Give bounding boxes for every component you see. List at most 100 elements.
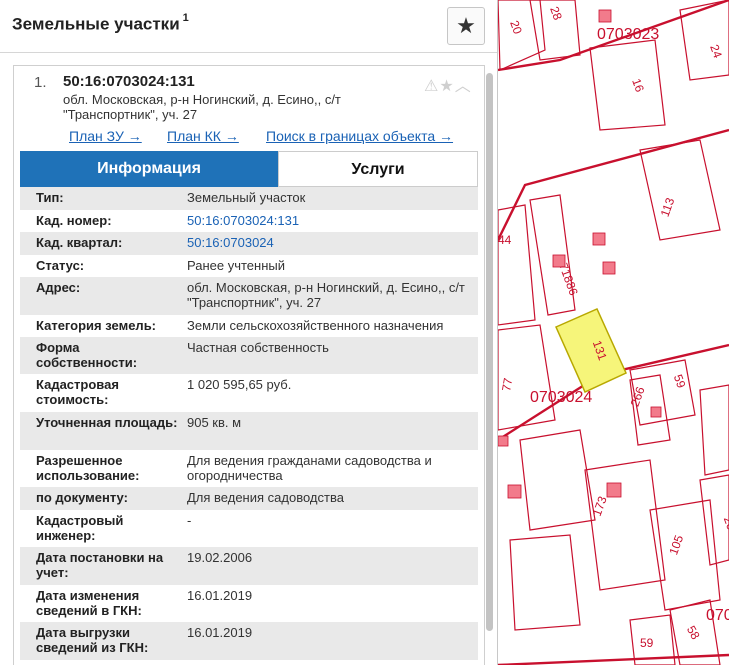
panel-scrollbar-thumb[interactable] xyxy=(486,73,493,631)
row-value-link[interactable]: 50:16:0703024 xyxy=(187,235,472,250)
info-row-registration-date: Дата постановки на учет: 19.02.2006 xyxy=(20,547,478,585)
row-label: Уточненная площадь: xyxy=(36,415,178,430)
info-row-land-category: Категория земель: Земли сельскохозяйствен… xyxy=(20,315,478,337)
info-row-permitted-use: Разрешенное использование: Для ведения гр… xyxy=(20,450,478,487)
map-label-16: 16 xyxy=(629,77,647,95)
map-label-quarter-0703023: 0703023 xyxy=(597,26,659,43)
map-building xyxy=(598,9,612,23)
panel-title-text: Земельные участки xyxy=(12,14,180,34)
row-value: 19.02.2006 xyxy=(187,550,253,565)
row-label: Разрешенное использование: xyxy=(36,453,140,483)
info-row-gkn-change-date: Дата изменения сведений в ГКН: 16.01.2019 xyxy=(20,585,478,622)
map-parcel-24[interactable] xyxy=(679,0,729,81)
cadastral-number[interactable]: 50:16:0703024:131 xyxy=(63,73,195,90)
row-value: 16.01.2019 xyxy=(187,588,253,603)
row-value: обл. Московская, р-н Ногинский, д. Есино… xyxy=(187,280,465,310)
star-outline-icon[interactable]: ★ xyxy=(439,78,454,95)
row-label: Дата изменения сведений в ГКН: xyxy=(36,588,142,618)
row-label: Кадастровая стоимость: xyxy=(36,377,119,407)
row-label: Дата постановки на учет: xyxy=(36,550,164,580)
map-quarter-boundary-mid xyxy=(496,128,729,241)
chevron-up-icon[interactable]: ︿ xyxy=(455,78,472,95)
row-value: Земельный участок xyxy=(187,190,306,205)
row-value: Для ведения садоводства xyxy=(187,490,344,505)
info-table: Тип: Земельный участок Кад. номер: 50:16:0… xyxy=(20,187,478,660)
map-label-44: 44 xyxy=(498,233,512,247)
row-value: Ранее учтенный xyxy=(187,258,285,273)
tab-services[interactable]: Услуги xyxy=(278,151,478,187)
row-label: по документу: xyxy=(36,490,128,505)
row-label: Категория земель: xyxy=(36,318,157,333)
info-row-cadastral-value: Кадастровая стоимость: 1 020 595,65 руб. xyxy=(20,374,478,412)
map-parcel-105[interactable] xyxy=(649,499,721,611)
map-label-59b: 59 xyxy=(640,636,654,650)
row-value: 16.01.2019 xyxy=(187,625,253,640)
map-parcel-right[interactable] xyxy=(699,384,729,476)
row-label: Форма собственности: xyxy=(36,340,138,370)
map-parcel-77[interactable] xyxy=(497,324,556,431)
row-value: Земли сельскохозяйственного назначения xyxy=(187,318,444,333)
row-value: 1 020 595,65 руб. xyxy=(187,377,292,392)
card-action-icons[interactable]: ⚠★︿ xyxy=(424,72,472,96)
map-parcel-113[interactable] xyxy=(639,139,721,241)
map-building xyxy=(650,406,662,418)
map-quarter-boundary-bottom xyxy=(497,653,729,665)
panel-header: Земельные участки 1 ★ xyxy=(0,0,497,53)
row-value: 905 кв. м xyxy=(187,415,242,430)
map-building xyxy=(602,261,616,275)
info-row-gkn-export-date: Дата выгрузки сведений из ГКН: 16.01.2019 xyxy=(20,622,478,660)
star-icon: ★ xyxy=(456,13,476,38)
map-label-quarter-070: 070 xyxy=(706,607,729,624)
map-label-77: 77 xyxy=(499,377,515,393)
map-label-24: 24 xyxy=(707,43,725,61)
row-value: Частная собственность xyxy=(187,340,329,355)
map-label-113: 113 xyxy=(658,196,678,219)
info-row-cad-quarter: Кад. квартал: 50:16:0703024 xyxy=(20,232,478,255)
map-parcel-a[interactable] xyxy=(519,429,596,531)
warning-icon[interactable]: ⚠ xyxy=(424,78,439,95)
map-selected-parcel-131[interactable] xyxy=(555,308,627,394)
card-index: 1. xyxy=(34,74,47,91)
info-row-by-document: по документу: Для ведения садоводства xyxy=(20,487,478,510)
map-label-58: 58 xyxy=(684,623,703,642)
land-plots-panel: Земельные участки 1 ★ 1. 50:16:0703024:13… xyxy=(0,0,498,665)
row-label: Тип: xyxy=(36,190,64,205)
map-parcel-b[interactable] xyxy=(509,534,581,631)
panel-title-count: 1 xyxy=(182,12,189,24)
info-row-engineer: Кадастровый инженер: - xyxy=(20,510,478,547)
row-label: Адрес: xyxy=(36,280,81,295)
row-label: Статус: xyxy=(36,258,85,273)
row-value: Для ведения гражданами садоводства и ого… xyxy=(187,453,432,483)
plot-card: 1. 50:16:0703024:131 ⚠★︿ обл. Московская… xyxy=(13,65,485,665)
favorites-button[interactable]: ★ xyxy=(447,7,485,45)
info-row-area: Уточненная площадь: 905 кв. м xyxy=(20,412,478,450)
info-row-address: Адрес: обл. Московская, р-н Ногинский, д.… xyxy=(20,277,478,315)
map-label-59: 59 xyxy=(671,373,689,391)
map-label-71886: 71886 xyxy=(556,261,581,297)
map-label-20: 20 xyxy=(507,19,525,37)
map-label-20b: 20 xyxy=(721,515,729,533)
info-row-status: Статус: Ранее учтенный xyxy=(20,255,478,277)
search-in-boundaries-link[interactable]: Поиск в границах объекта → xyxy=(266,128,453,144)
row-value-link[interactable]: 50:16:0703024:131 xyxy=(187,213,472,228)
row-label: Кад. номер: xyxy=(36,213,112,228)
map-parcel-44[interactable] xyxy=(497,204,536,326)
map-label-105: 105 xyxy=(666,533,686,557)
plan-kk-link[interactable]: План КК → xyxy=(167,128,239,144)
map-label-173: 173 xyxy=(590,494,610,518)
map-building xyxy=(592,232,606,246)
info-row-type: Тип: Земельный участок xyxy=(20,187,478,210)
map-parcel-20[interactable] xyxy=(497,0,546,71)
row-label: Кад. квартал: xyxy=(36,235,123,250)
map-parcel-173[interactable] xyxy=(584,459,666,591)
plan-zu-link[interactable]: План ЗУ → xyxy=(69,128,142,144)
map-building xyxy=(497,435,509,447)
card-tabs: Информация Услуги xyxy=(20,151,478,187)
tab-information[interactable]: Информация xyxy=(20,151,278,187)
row-label: Кадастровый инженер: xyxy=(36,513,124,543)
map-parcel-16[interactable] xyxy=(589,39,666,131)
card-address: обл. Московская, р-н Ногинский, д. Есино… xyxy=(63,92,341,122)
info-row-ownership: Форма собственности: Частная собственност… xyxy=(20,337,478,374)
map-label-28: 28 xyxy=(547,5,565,23)
map-label-quarter-0703024: 0703024 xyxy=(530,389,592,406)
